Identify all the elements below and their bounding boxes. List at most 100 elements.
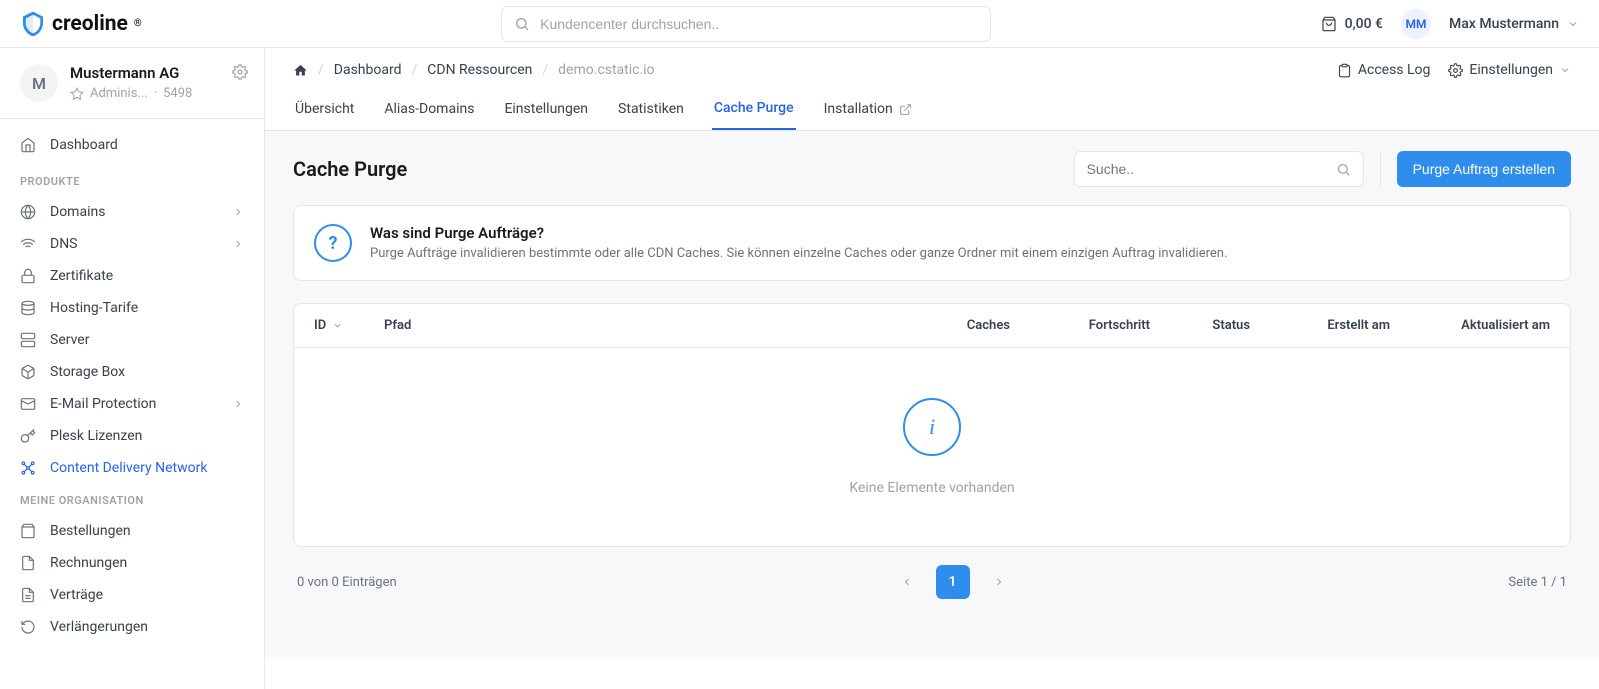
chevron-down-icon — [332, 320, 343, 331]
pagination-page-1[interactable]: 1 — [936, 565, 970, 599]
lock-icon — [20, 268, 36, 284]
home-icon[interactable] — [293, 63, 308, 78]
callout-title: Was sind Purge Aufträge? — [370, 224, 1227, 242]
col-erstellt[interactable]: Erstellt am — [1250, 318, 1390, 333]
sidebar-item-label: DNS — [50, 236, 78, 252]
tab-statistiken[interactable]: Statistiken — [616, 92, 686, 130]
main-content: / Dashboard / CDN Ressourcen / demo.csta… — [265, 48, 1599, 689]
file-text-icon — [20, 587, 36, 603]
org-settings-icon[interactable] — [232, 64, 248, 80]
sidebar-item-label: Rechnungen — [50, 555, 127, 571]
server-icon — [20, 332, 36, 348]
sidebar-item-label: E-Mail Protection — [50, 396, 156, 412]
sidebar: M Mustermann AG Adminis... · 5498 Das — [0, 48, 265, 689]
settings-dropdown[interactable]: Einstellungen — [1448, 62, 1571, 78]
create-purge-button[interactable]: Purge Auftrag erstellen — [1397, 151, 1571, 187]
sidebar-item-label: Bestellungen — [50, 523, 131, 539]
callout-body: Purge Aufträge invalidieren bestimmte od… — [370, 246, 1227, 261]
brand-logo[interactable]: creoline® — [20, 11, 142, 37]
org-name: Mustermann AG — [70, 64, 192, 82]
col-pfad[interactable]: Pfad — [384, 318, 910, 333]
org-id: 5498 — [163, 86, 192, 101]
question-icon: ? — [314, 224, 352, 262]
sidebar-item-vertraege[interactable]: Verträge — [0, 579, 264, 611]
sidebar-item-server[interactable]: Server — [0, 324, 264, 356]
search-icon — [514, 16, 530, 32]
pagination: 0 von 0 Einträgen 1 Seite 1 / 1 — [293, 547, 1571, 617]
sidebar-item-cdn[interactable]: Content Delivery Network — [0, 452, 264, 484]
refresh-icon — [20, 619, 36, 635]
col-aktualisiert[interactable]: Aktualisiert am — [1390, 318, 1550, 333]
col-id[interactable]: ID — [314, 318, 384, 333]
sidebar-item-verlaengerungen[interactable]: Verlängerungen — [0, 611, 264, 643]
sidebar-item-email[interactable]: E-Mail Protection — [0, 388, 264, 420]
crumb-dashboard[interactable]: Dashboard — [334, 62, 402, 78]
table-search[interactable] — [1074, 151, 1364, 187]
pagination-prev[interactable] — [890, 565, 924, 599]
tab-uebersicht[interactable]: Übersicht — [293, 92, 356, 130]
col-status[interactable]: Status — [1150, 318, 1250, 333]
divider — [1380, 152, 1381, 186]
table-empty-state: i Keine Elemente vorhanden — [294, 348, 1570, 546]
cart-button[interactable]: 0,00 € — [1321, 16, 1383, 32]
sidebar-item-domains[interactable]: Domains — [0, 196, 264, 228]
mail-icon — [20, 396, 36, 412]
table-search-input[interactable] — [1087, 161, 1326, 177]
user-name: Max Mustermann — [1449, 16, 1559, 32]
globe-icon — [20, 204, 36, 220]
sidebar-item-label: Server — [50, 332, 89, 348]
sidebar-item-plesk[interactable]: Plesk Lizenzen — [0, 420, 264, 452]
chevron-down-icon — [1559, 64, 1571, 76]
resource-tabs: Übersicht Alias-Domains Einstellungen St… — [265, 78, 1599, 131]
crumb-current: demo.cstatic.io — [558, 62, 654, 78]
col-fortschritt[interactable]: Fortschritt — [1010, 318, 1150, 333]
pagination-next[interactable] — [982, 565, 1016, 599]
tab-einstellungen[interactable]: Einstellungen — [502, 92, 590, 130]
crumb-resources[interactable]: CDN Ressourcen — [427, 62, 532, 78]
user-menu[interactable]: Max Mustermann — [1449, 16, 1579, 32]
org-card[interactable]: M Mustermann AG Adminis... · 5498 — [0, 48, 264, 119]
sidebar-heading-org: MEINE ORGANISATION — [0, 484, 264, 515]
sidebar-item-dashboard[interactable]: Dashboard — [0, 129, 264, 161]
col-caches[interactable]: Caches — [910, 318, 1010, 333]
user-avatar[interactable]: MM — [1401, 9, 1431, 39]
star-icon — [70, 87, 84, 101]
access-log-button[interactable]: Access Log — [1337, 62, 1431, 78]
tab-alias-domains[interactable]: Alias-Domains — [382, 92, 476, 130]
sidebar-item-dns[interactable]: DNS — [0, 228, 264, 260]
breadcrumb: / Dashboard / CDN Ressourcen / demo.csta… — [293, 62, 655, 78]
sidebar-item-storage[interactable]: Storage Box — [0, 356, 264, 388]
tab-installation[interactable]: Installation — [822, 92, 914, 130]
chevron-right-icon — [232, 238, 244, 250]
search-icon — [1336, 162, 1351, 177]
wifi-icon — [20, 236, 36, 252]
global-search-input[interactable] — [540, 16, 978, 32]
org-role: Adminis... — [90, 86, 148, 101]
sidebar-item-label: Verlängerungen — [50, 619, 148, 635]
sidebar-item-hosting[interactable]: Hosting-Tarife — [0, 292, 264, 324]
org-avatar: M — [20, 64, 58, 102]
clipboard-icon — [1337, 63, 1352, 78]
database-icon — [20, 300, 36, 316]
file-icon — [20, 555, 36, 571]
tab-cache-purge[interactable]: Cache Purge — [712, 92, 796, 130]
sidebar-item-label: Domains — [50, 204, 105, 220]
purge-table: ID Pfad Caches Fortschritt Status Erstel… — [293, 303, 1571, 547]
sidebar-item-zertifikate[interactable]: Zertifikate — [0, 260, 264, 292]
sidebar-item-label: Hosting-Tarife — [50, 300, 138, 316]
bag-icon — [1321, 16, 1337, 32]
gear-icon — [1448, 63, 1463, 78]
empty-text: Keine Elemente vorhanden — [294, 480, 1570, 496]
key-icon — [20, 428, 36, 444]
global-search[interactable] — [501, 6, 991, 42]
chevron-down-icon — [1567, 18, 1579, 30]
sidebar-item-bestellungen[interactable]: Bestellungen — [0, 515, 264, 547]
external-link-icon — [899, 103, 912, 116]
sidebar-item-label: Plesk Lizenzen — [50, 428, 142, 444]
info-icon: i — [903, 398, 961, 456]
sidebar-item-rechnungen[interactable]: Rechnungen — [0, 547, 264, 579]
sidebar-item-label: Dashboard — [50, 137, 118, 153]
chevron-right-icon — [232, 398, 244, 410]
sidebar-heading-products: PRODUKTE — [0, 165, 264, 196]
page-title: Cache Purge — [293, 157, 407, 181]
